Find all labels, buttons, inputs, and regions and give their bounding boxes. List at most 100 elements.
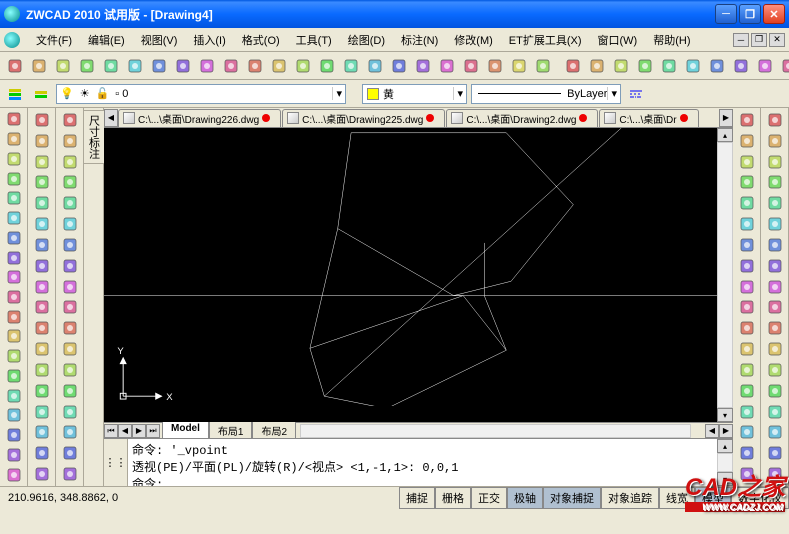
s18-icon[interactable] [764, 464, 786, 484]
scroll-up-button[interactable]: ▴ [717, 128, 733, 142]
match-icon[interactable] [220, 55, 242, 77]
polygon-icon[interactable] [3, 169, 25, 188]
dim7-icon[interactable] [31, 235, 53, 255]
layer-mgr-icon[interactable] [4, 83, 26, 105]
menu-5[interactable]: 工具(T) [288, 30, 340, 50]
status-toggle-2[interactable]: 正交 [471, 487, 507, 509]
join-icon[interactable] [59, 360, 81, 380]
s14-icon[interactable] [764, 381, 786, 401]
status-toggle-1[interactable]: 栅格 [435, 487, 471, 509]
cone-icon[interactable] [634, 55, 656, 77]
scroll-left-button[interactable]: ◀ [705, 424, 719, 438]
dim14-icon[interactable] [31, 381, 53, 401]
tab-scroll-left[interactable]: ◀ [104, 109, 118, 127]
dim11-icon[interactable] [31, 318, 53, 338]
tab-model[interactable]: Model [162, 422, 209, 440]
dim9-icon[interactable] [31, 277, 53, 297]
r9-icon[interactable] [736, 277, 758, 297]
insert-icon[interactable] [3, 327, 25, 346]
r3-icon[interactable] [736, 152, 758, 172]
r6-icon[interactable] [736, 214, 758, 234]
mdi-close-button[interactable]: ✕ [769, 33, 785, 47]
linetype-selector[interactable]: ByLayer ▾ [471, 84, 621, 104]
cut-icon[interactable] [148, 55, 170, 77]
s2-icon[interactable] [764, 131, 786, 151]
menu-9[interactable]: ET扩展工具(X) [501, 30, 590, 50]
ltype-mgr-icon[interactable] [625, 83, 647, 105]
s9-icon[interactable] [764, 277, 786, 297]
explode-icon[interactable] [59, 422, 81, 442]
s13-icon[interactable] [764, 360, 786, 380]
s6-icon[interactable] [764, 214, 786, 234]
r2-icon[interactable] [736, 131, 758, 151]
trim-icon[interactable] [59, 297, 81, 317]
properties-icon[interactable] [436, 55, 458, 77]
save-icon[interactable] [52, 55, 74, 77]
cmd-grip-icon[interactable]: ⋮⋮ [104, 439, 128, 486]
r7-icon[interactable] [736, 235, 758, 255]
sphere-icon[interactable] [586, 55, 608, 77]
block-icon[interactable] [3, 347, 25, 366]
cmd-scroll-down[interactable]: ▾ [717, 472, 733, 486]
s7-icon[interactable] [764, 235, 786, 255]
cmd-scroll-track[interactable] [717, 453, 733, 472]
dim12-icon[interactable] [31, 339, 53, 359]
side-panel-tab[interactable]: 尺寸标注 [84, 108, 104, 486]
xline-icon[interactable] [3, 130, 25, 149]
zoom-window-icon[interactable] [388, 55, 410, 77]
tab-layout1[interactable]: 布局1 [209, 422, 253, 440]
next-layout-button[interactable]: ▶ [132, 424, 146, 438]
s10-icon[interactable] [764, 297, 786, 317]
color-selector[interactable]: 黄 ▾ [362, 84, 467, 104]
dim8-icon[interactable] [31, 256, 53, 276]
dim10-icon[interactable] [31, 297, 53, 317]
menu-4[interactable]: 格式(O) [234, 30, 288, 50]
r1-icon[interactable] [736, 110, 758, 130]
dim2-icon[interactable] [31, 131, 53, 151]
r13-icon[interactable] [736, 360, 758, 380]
maximize-button[interactable]: ❐ [739, 4, 761, 24]
help-icon[interactable] [532, 55, 554, 77]
menu-10[interactable]: 窗口(W) [590, 30, 646, 50]
erase2-icon[interactable] [59, 110, 81, 130]
revolve-icon[interactable] [754, 55, 776, 77]
s1-icon[interactable] [764, 110, 786, 130]
ellipse-arc-icon[interactable] [3, 307, 25, 326]
copy2-icon[interactable] [59, 131, 81, 151]
r8-icon[interactable] [736, 256, 758, 276]
calc-icon[interactable] [508, 55, 530, 77]
rectangle-icon[interactable] [3, 189, 25, 208]
minimize-button[interactable]: ─ [715, 4, 737, 24]
layer-selector[interactable]: 💡☀🔓▫ 0 ▾ [56, 84, 346, 104]
fillet-icon[interactable] [59, 402, 81, 422]
new-icon[interactable] [4, 55, 26, 77]
last-layout-button[interactable]: ⏭ [146, 424, 160, 438]
status-toggle-8[interactable]: 数字化仪 [731, 487, 789, 509]
r5-icon[interactable] [736, 193, 758, 213]
redo-icon[interactable] [268, 55, 290, 77]
publish-icon[interactable] [124, 55, 146, 77]
r15-icon[interactable] [736, 402, 758, 422]
prev-layout-button[interactable]: ◀ [118, 424, 132, 438]
s3-icon[interactable] [764, 152, 786, 172]
vertical-scrollbar[interactable]: ▴ ▾ [717, 128, 733, 422]
r10-icon[interactable] [736, 297, 758, 317]
status-toggle-5[interactable]: 对象追踪 [601, 487, 659, 509]
slice-icon[interactable] [778, 55, 789, 77]
dim5-icon[interactable] [31, 193, 53, 213]
mdi-restore-button[interactable]: ❐ [751, 33, 767, 47]
r4-icon[interactable] [736, 172, 758, 192]
drawing-canvas[interactable]: X Y [104, 128, 717, 406]
status-toggle-3[interactable]: 极轴 [507, 487, 543, 509]
chamfer-icon[interactable] [59, 381, 81, 401]
tab-layout2[interactable]: 布局2 [252, 422, 296, 440]
canvas[interactable]: X Y [104, 128, 717, 422]
dim13-icon[interactable] [31, 360, 53, 380]
stretch-icon[interactable] [59, 277, 81, 297]
extend-icon[interactable] [59, 318, 81, 338]
box-icon[interactable] [562, 55, 584, 77]
revcloud-icon[interactable] [3, 248, 25, 267]
tab-scroll-right[interactable]: ▶ [719, 109, 733, 127]
layer-prev-icon[interactable] [30, 83, 52, 105]
undo-icon[interactable] [244, 55, 266, 77]
